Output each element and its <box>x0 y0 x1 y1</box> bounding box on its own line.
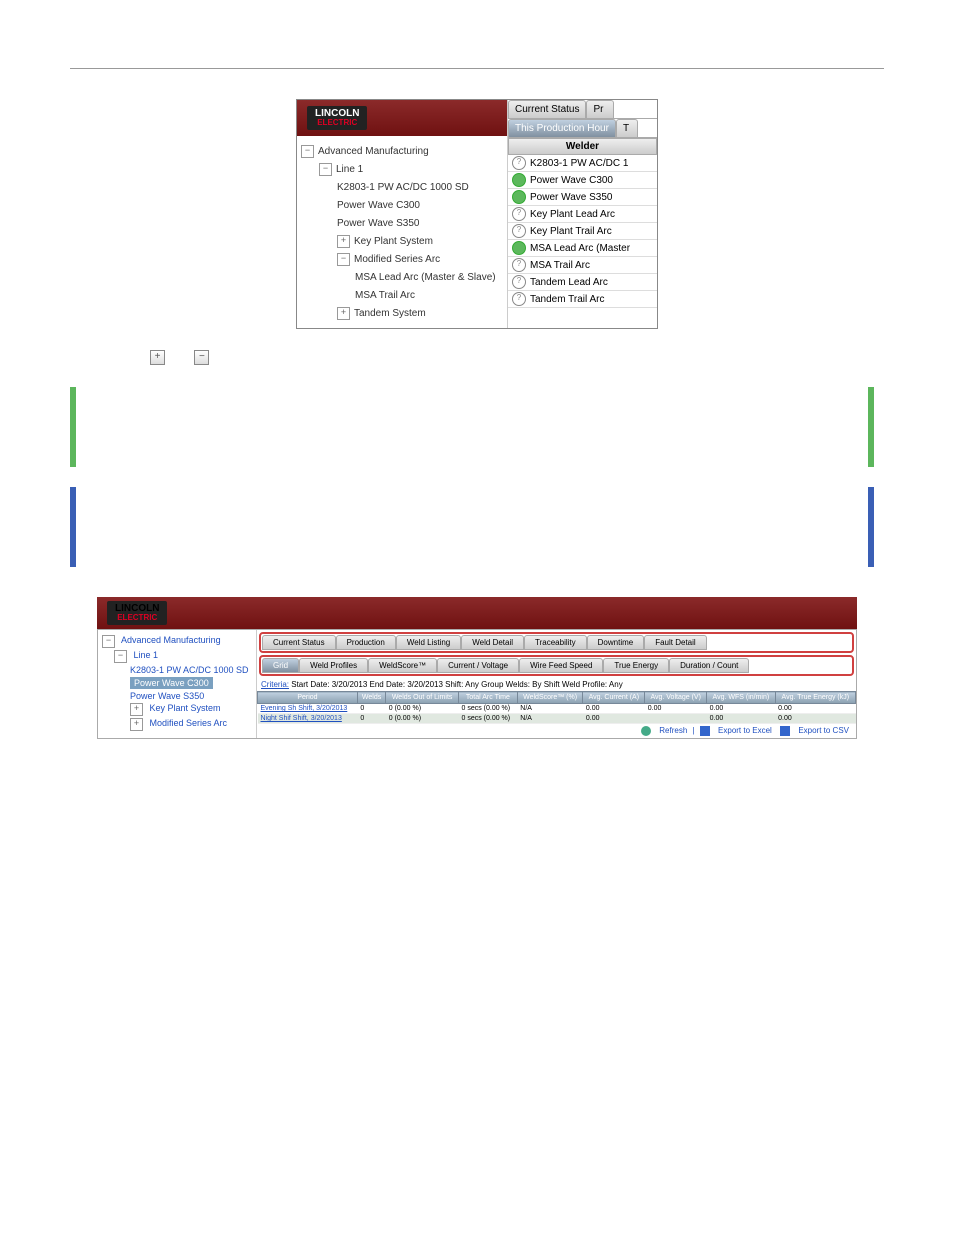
status-unknown-icon: ? <box>512 292 526 306</box>
tab-current-status[interactable]: Current Status <box>508 100 586 118</box>
status-unknown-icon: ? <box>512 224 526 238</box>
col-wfs[interactable]: Avg. WFS (in/min) <box>707 692 776 704</box>
welder-row[interactable]: ?MSA Trail Arc <box>508 257 657 274</box>
export-excel-link[interactable]: Export to Excel <box>718 726 772 735</box>
data-row[interactable]: Night Shif Shift, 3/20/2013 0 0 (0.00 %)… <box>258 714 856 724</box>
col-voltage[interactable]: Avg. Voltage (V) <box>645 692 707 704</box>
tab-traceability[interactable]: Traceability <box>524 635 587 650</box>
tab-production[interactable]: Pr <box>586 100 614 118</box>
tab-weld-listing[interactable]: Weld Listing <box>396 635 461 650</box>
status-unknown-icon: ? <box>512 258 526 272</box>
expand-icon[interactable]: + <box>130 703 143 716</box>
asset-tree[interactable]: −Advanced Manufacturing −Line 1 K2803-1 … <box>297 136 507 328</box>
tab-current-status[interactable]: Current Status <box>262 635 336 650</box>
col-out-limits[interactable]: Welds Out of Limits <box>386 692 459 704</box>
main-tabs-row: Current Status Production Weld Listing W… <box>259 632 854 653</box>
welder-column-header: Welder <box>508 138 657 155</box>
collapse-icon[interactable]: − <box>319 163 332 176</box>
criteria-link[interactable]: Criteria: <box>261 680 289 689</box>
tab-weldscore[interactable]: WeldScore™ <box>368 658 437 673</box>
tab-downtime[interactable]: Downtime <box>587 635 645 650</box>
note-callout <box>70 487 884 567</box>
tree-label[interactable]: Power Wave C300 <box>337 200 420 211</box>
tree-label[interactable]: K2803-1 PW AC/DC 1000 SD <box>337 182 469 193</box>
welder-list: ?K2803-1 PW AC/DC 1 Power Wave C300 Powe… <box>508 155 657 308</box>
col-energy[interactable]: Avg. True Energy (kJ) <box>775 692 855 704</box>
production-panel: LINCOLN ELECTRIC − Advanced Manufacturin… <box>97 597 857 739</box>
welder-row[interactable]: ?K2803-1 PW AC/DC 1 <box>508 155 657 172</box>
excel-icon <box>700 726 710 736</box>
header-bar-2: LINCOLN ELECTRIC <box>97 597 857 629</box>
tab-production[interactable]: Production <box>336 635 396 650</box>
col-period[interactable]: Period <box>258 692 358 704</box>
tip-callout <box>70 387 884 467</box>
header-bar: LINCOLN ELECTRIC <box>297 100 507 136</box>
tab-weld-detail[interactable]: Weld Detail <box>461 635 524 650</box>
asset-tree-2[interactable]: − Advanced Manufacturing − Line 1 K2803-… <box>98 630 257 738</box>
collapse-button[interactable]: − <box>194 350 209 365</box>
tree-label[interactable]: Advanced Manufacturing <box>318 146 429 157</box>
tree-label[interactable]: MSA Trail Arc <box>355 290 415 301</box>
welder-row[interactable]: Power Wave C300 <box>508 172 657 189</box>
col-weldscore[interactable]: WeldScore™ (%) <box>517 692 583 704</box>
expand-icon[interactable]: + <box>337 235 350 248</box>
sub-tabs-row: Grid Weld Profiles WeldScore™ Current / … <box>259 655 854 676</box>
expand-button[interactable]: + <box>150 350 165 365</box>
tab-next[interactable]: T <box>616 119 638 137</box>
collapse-icon[interactable]: − <box>337 253 350 266</box>
status-unknown-icon: ? <box>512 207 526 221</box>
lincoln-logo: LINCOLN ELECTRIC <box>307 106 367 130</box>
welder-row[interactable]: MSA Lead Arc (Master <box>508 240 657 257</box>
status-ok-icon <box>512 241 526 255</box>
tab-grid[interactable]: Grid <box>262 658 299 673</box>
selected-node[interactable]: Power Wave C300 <box>130 677 213 689</box>
tab-current-voltage[interactable]: Current / Voltage <box>437 658 519 673</box>
welder-row[interactable]: ?Key Plant Lead Arc <box>508 206 657 223</box>
col-welds[interactable]: Welds <box>357 692 385 704</box>
welder-row[interactable]: Power Wave S350 <box>508 189 657 206</box>
criteria-row: Criteria: Start Date: 3/20/2013 End Date… <box>257 678 856 691</box>
col-arc-time[interactable]: Total Arc Time <box>458 692 517 704</box>
tree-label[interactable]: Tandem System <box>354 308 426 319</box>
csv-icon <box>780 726 790 736</box>
green-bar <box>70 387 76 467</box>
status-ok-icon <box>512 190 526 204</box>
lincoln-logo: LINCOLN ELECTRIC <box>107 601 167 625</box>
blue-bar <box>70 487 76 567</box>
export-csv-link[interactable]: Export to CSV <box>798 726 849 735</box>
status-unknown-icon: ? <box>512 275 526 289</box>
tab-fault-detail[interactable]: Fault Detail <box>644 635 706 650</box>
collapse-icon[interactable]: − <box>102 635 115 648</box>
tab-true-energy[interactable]: True Energy <box>603 658 669 673</box>
status-unknown-icon: ? <box>512 156 526 170</box>
status-ok-icon <box>512 173 526 187</box>
expand-icon[interactable]: + <box>337 307 350 320</box>
tree-label[interactable]: MSA Lead Arc (Master & Slave) <box>355 272 496 283</box>
production-grid: Period Welds Welds Out of Limits Total A… <box>257 691 856 724</box>
welder-row[interactable]: ?Tandem Lead Arc <box>508 274 657 291</box>
tab-duration-count[interactable]: Duration / Count <box>669 658 749 673</box>
data-row[interactable]: Evening Sh Shift, 3/20/2013 0 0 (0.00 %)… <box>258 704 856 714</box>
blue-bar <box>868 487 874 567</box>
tree-label[interactable]: Power Wave S350 <box>337 218 419 229</box>
grid-footer: Refresh | Export to Excel Export to CSV <box>257 724 856 738</box>
collapse-icon[interactable]: − <box>114 650 127 663</box>
welder-row[interactable]: ?Tandem Trail Arc <box>508 291 657 308</box>
refresh-link[interactable]: Refresh <box>659 726 687 735</box>
tree-label[interactable]: Line 1 <box>336 164 363 175</box>
tree-label[interactable]: Key Plant System <box>354 236 433 247</box>
tab-this-hour[interactable]: This Production Hour <box>508 119 616 137</box>
tab-wfs[interactable]: Wire Feed Speed <box>519 658 603 673</box>
welder-row[interactable]: ?Key Plant Trail Arc <box>508 223 657 240</box>
collapse-icon[interactable]: − <box>301 145 314 158</box>
green-bar <box>868 387 874 467</box>
tree-label[interactable]: Modified Series Arc <box>354 254 440 265</box>
tab-weld-profiles[interactable]: Weld Profiles <box>299 658 368 673</box>
asset-tree-panel: LINCOLN ELECTRIC −Advanced Manufacturing… <box>296 99 658 329</box>
expand-icon[interactable]: + <box>130 718 143 731</box>
col-current[interactable]: Avg. Current (A) <box>583 692 645 704</box>
refresh-icon <box>641 726 651 736</box>
